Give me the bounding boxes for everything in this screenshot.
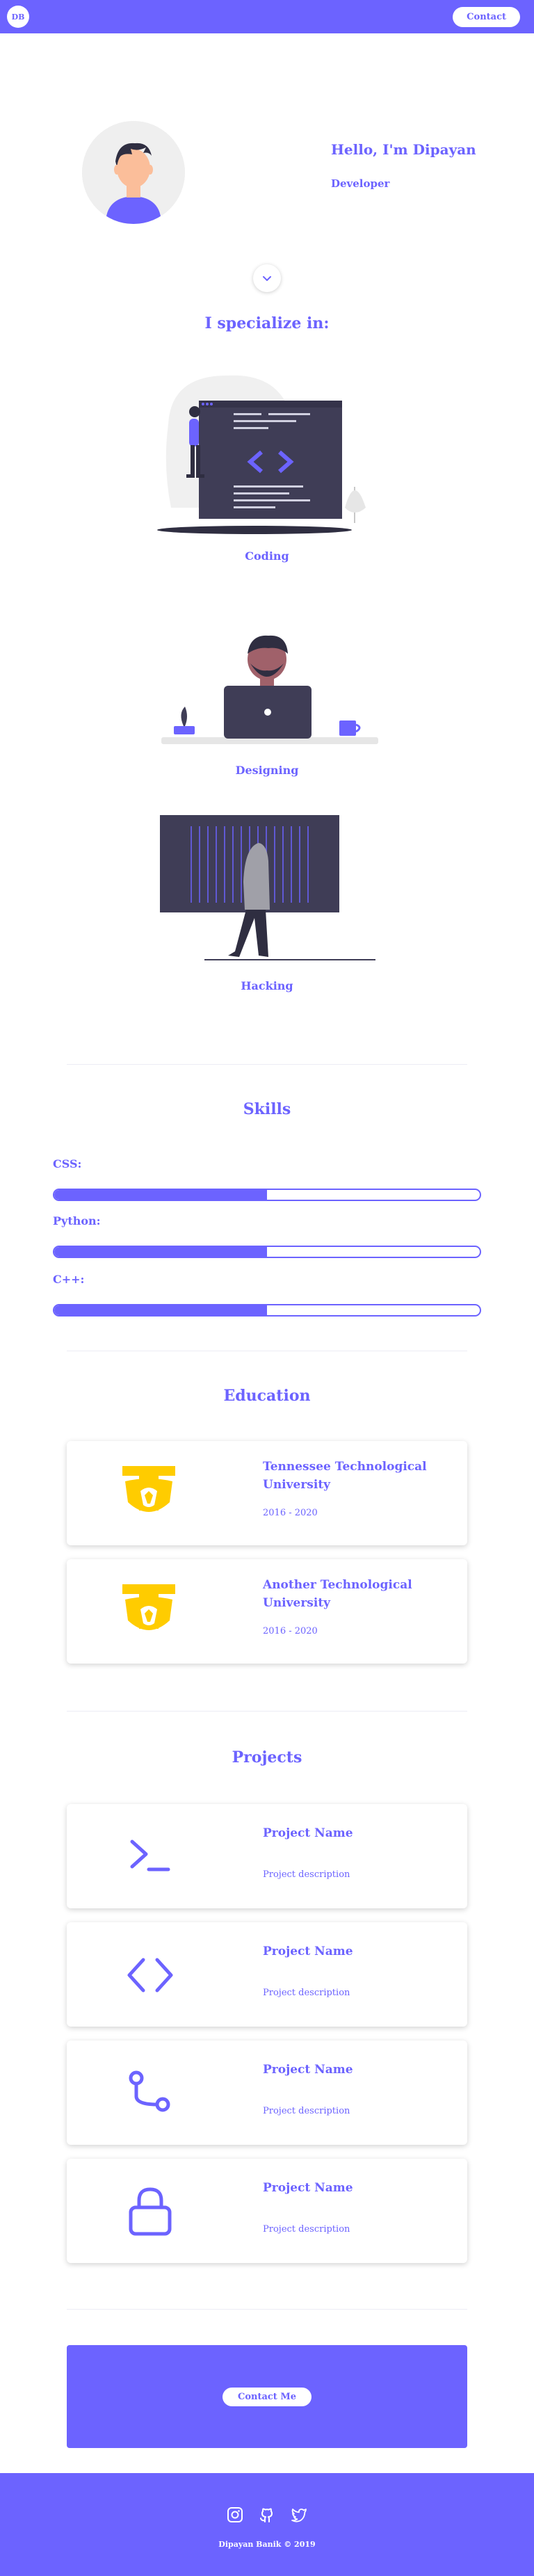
project-name: Project Name xyxy=(263,2063,353,2077)
section-divider xyxy=(67,1711,467,1712)
skill-bar xyxy=(53,1189,481,1201)
skill-css: CSS: xyxy=(53,1157,481,1201)
education-school: Tennessee Technological University xyxy=(263,1460,427,1492)
code-icon xyxy=(125,1956,175,1997)
project-card[interactable]: Project Name Project description xyxy=(67,1804,467,1908)
specialize-item-designing: Designing xyxy=(0,764,534,777)
chevron-down-icon xyxy=(263,276,271,281)
nav-contact-button[interactable]: Contact xyxy=(453,6,520,27)
university-logo xyxy=(120,1463,178,1524)
footer-social-icons xyxy=(0,2506,534,2523)
skill-python: Python: xyxy=(53,1214,481,1258)
project-name: Project Name xyxy=(263,2181,353,2195)
logo[interactable]: DB xyxy=(7,6,29,28)
lock-icon xyxy=(127,2185,174,2241)
specialize-caption: Designing xyxy=(235,764,299,777)
project-description: Project description xyxy=(263,1869,350,1880)
skill-label: CSS: xyxy=(53,1157,82,1170)
github-icon[interactable] xyxy=(259,2506,275,2523)
navbar: DB Contact xyxy=(0,0,534,33)
footer-copyright: Dipayan Banik © 2019 xyxy=(218,2540,316,2549)
section-divider xyxy=(67,2309,467,2310)
hero-text: Hello, I'm Dipayan Developer xyxy=(331,141,476,190)
education-years: 2016 - 2020 xyxy=(263,1626,318,1636)
skill-label: Python: xyxy=(53,1214,101,1227)
section-divider xyxy=(67,1064,467,1065)
project-description: Project description xyxy=(263,2224,350,2235)
hero-greeting: Hello, I'm Dipayan xyxy=(331,141,476,158)
specialize-title: I specialize in: xyxy=(204,314,330,332)
project-description: Project description xyxy=(263,1988,350,1998)
project-card[interactable]: Project Name Project description xyxy=(67,2040,467,2145)
specialize-caption: Coding xyxy=(245,549,289,563)
hero-role: Developer xyxy=(331,177,390,190)
portfolio-page: DB Contact Hello, I'm Dipayan Developer … xyxy=(0,0,534,2576)
contact-section: Contact Me xyxy=(67,2345,467,2448)
university-logo xyxy=(120,1581,178,1643)
skill-bar-fill xyxy=(54,1305,267,1315)
skill-bar xyxy=(53,1304,481,1317)
coding-illustration xyxy=(157,369,380,536)
skill-bar-fill xyxy=(54,1190,267,1200)
project-card[interactable]: Project Name Project description xyxy=(67,2159,467,2263)
designing-illustration xyxy=(157,602,380,748)
education-school: Another Technological University xyxy=(263,1578,412,1610)
contact-me-button[interactable]: Contact Me xyxy=(222,2387,312,2406)
projects-title: Projects xyxy=(232,1748,302,1766)
git-branch-icon xyxy=(127,2068,174,2120)
project-card[interactable]: Project Name Project description xyxy=(67,1922,467,2027)
skill-cpp: C++: xyxy=(53,1273,481,1317)
footer: Dipayan Banik © 2019 xyxy=(0,2473,534,2576)
avatar xyxy=(82,121,185,224)
education-card: Tennessee Technological University 2016 … xyxy=(67,1441,467,1545)
project-name: Project Name xyxy=(263,1945,353,1958)
education-card: Another Technological University 2016 - … xyxy=(67,1559,467,1664)
skill-bar xyxy=(53,1246,481,1258)
project-name: Project Name xyxy=(263,1826,353,1840)
twitter-icon[interactable] xyxy=(291,2506,307,2523)
specialize-item-coding: Coding xyxy=(0,549,534,563)
specialize-caption: Hacking xyxy=(241,979,293,992)
hero-section: Hello, I'm Dipayan Developer xyxy=(0,33,534,242)
skills-title: Skills xyxy=(243,1100,291,1118)
project-description: Project description xyxy=(263,2106,350,2116)
skill-label: C++: xyxy=(53,1273,85,1286)
skill-bar-fill xyxy=(54,1247,267,1257)
specialize-item-hacking: Hacking xyxy=(0,979,534,992)
education-years: 2016 - 2020 xyxy=(263,1508,318,1518)
terminal-icon xyxy=(128,1835,172,1879)
hacking-illustration xyxy=(157,812,380,965)
instagram-icon[interactable] xyxy=(227,2506,243,2523)
scroll-down-button[interactable] xyxy=(253,264,281,292)
education-title: Education xyxy=(223,1387,311,1405)
